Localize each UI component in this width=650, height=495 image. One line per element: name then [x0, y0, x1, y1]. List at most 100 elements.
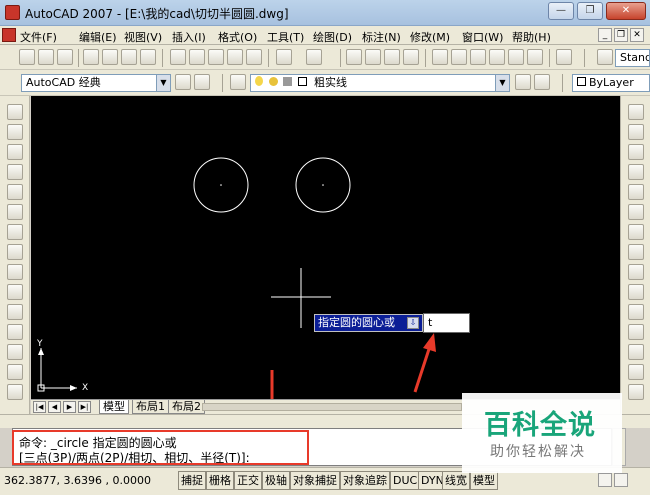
- ortho-button[interactable]: 正交: [234, 471, 262, 490]
- break-icon[interactable]: [628, 324, 644, 340]
- ellipse-arc-icon[interactable]: [7, 304, 23, 320]
- layer-previous-icon[interactable]: [534, 74, 550, 90]
- object-track-button[interactable]: 对象追踪: [340, 471, 390, 490]
- layer-combo[interactable]: 粗实线 ▼: [250, 74, 510, 92]
- workspace-combo[interactable]: AutoCAD 经典 ▼: [21, 74, 171, 92]
- layer-manager-icon[interactable]: [230, 74, 246, 90]
- text-style-combo[interactable]: Stand: [615, 49, 650, 67]
- line-icon[interactable]: [7, 104, 23, 120]
- text-style-icon[interactable]: [597, 49, 613, 65]
- close-button[interactable]: ✕: [606, 2, 646, 20]
- plot-icon[interactable]: [140, 49, 156, 65]
- object-snap-button[interactable]: 对象捕捉: [290, 471, 340, 490]
- make-current-layer-icon[interactable]: [515, 74, 531, 90]
- tool-palettes-icon[interactable]: [470, 49, 486, 65]
- mdi-minimize-button[interactable]: _: [598, 28, 612, 42]
- paste-icon[interactable]: [208, 49, 224, 65]
- brush-icon[interactable]: [227, 49, 243, 65]
- rectangle-icon[interactable]: [7, 184, 23, 200]
- menu-edit[interactable]: 编辑(E): [79, 29, 117, 45]
- fillet-icon[interactable]: [628, 384, 644, 400]
- zoom-realtime-icon[interactable]: [365, 49, 381, 65]
- mirror-icon[interactable]: [628, 144, 644, 160]
- preview-icon[interactable]: [102, 49, 118, 65]
- copy-icon[interactable]: [189, 49, 205, 65]
- trim-icon[interactable]: [628, 284, 644, 300]
- calculator-icon[interactable]: [527, 49, 543, 65]
- polar-button[interactable]: 极轴: [262, 471, 290, 490]
- menu-modify[interactable]: 修改(M): [410, 29, 450, 45]
- join-icon[interactable]: [628, 344, 644, 360]
- undo-icon[interactable]: [276, 49, 292, 65]
- sheet-set-icon[interactable]: [489, 49, 505, 65]
- tab-next-button[interactable]: ▶: [63, 401, 76, 413]
- tab-model[interactable]: 模型: [99, 400, 129, 414]
- hatch-icon[interactable]: [7, 384, 23, 400]
- ellipse-icon[interactable]: [7, 284, 23, 300]
- help-icon[interactable]: [556, 49, 572, 65]
- document-icon[interactable]: [2, 28, 16, 42]
- arc-icon[interactable]: [7, 204, 23, 220]
- menu-format[interactable]: 格式(O): [218, 29, 257, 45]
- spline-icon[interactable]: [7, 264, 23, 280]
- restore-button[interactable]: ❐: [577, 2, 603, 20]
- stretch-icon[interactable]: [628, 264, 644, 280]
- design-center-icon[interactable]: [451, 49, 467, 65]
- horizontal-scrollbar[interactable]: [202, 403, 462, 411]
- print-icon[interactable]: [83, 49, 99, 65]
- revision-cloud-icon[interactable]: [7, 244, 23, 260]
- menu-window[interactable]: 窗口(W): [462, 29, 503, 45]
- model-button[interactable]: 模型: [470, 471, 498, 490]
- menu-file[interactable]: 文件(F): [20, 29, 57, 45]
- dropdown-arrow-icon[interactable]: ⇩: [407, 317, 419, 329]
- zoom-window-icon[interactable]: [384, 49, 400, 65]
- new-icon[interactable]: [19, 49, 35, 65]
- menu-tools[interactable]: 工具(T): [267, 29, 304, 45]
- publish-icon[interactable]: [121, 49, 137, 65]
- mdi-restore-button[interactable]: ❐: [614, 28, 628, 42]
- array-icon[interactable]: [628, 184, 644, 200]
- dynamic-input-field[interactable]: t: [423, 313, 470, 333]
- pan-icon[interactable]: [346, 49, 362, 65]
- tab-layout2[interactable]: 布局2: [168, 400, 205, 414]
- grid-button[interactable]: 栅格: [206, 471, 234, 490]
- snap-button[interactable]: 捕捉: [178, 471, 206, 490]
- circle-icon[interactable]: [7, 224, 23, 240]
- menu-dimension[interactable]: 标注(N): [362, 29, 401, 45]
- tab-first-button[interactable]: |◀: [33, 401, 46, 413]
- save-icon[interactable]: [57, 49, 73, 65]
- color-combo[interactable]: ByLayer: [572, 74, 650, 92]
- clean-screen-icon[interactable]: [614, 473, 628, 487]
- menu-draw[interactable]: 绘图(D): [313, 29, 352, 45]
- point-icon[interactable]: [7, 364, 23, 380]
- lineweight-button[interactable]: 线宽: [442, 471, 470, 490]
- extend-icon[interactable]: [628, 304, 644, 320]
- properties-icon[interactable]: [432, 49, 448, 65]
- move-icon[interactable]: [628, 204, 644, 220]
- menu-view[interactable]: 视图(V): [124, 29, 162, 45]
- markup-icon[interactable]: [508, 49, 524, 65]
- menu-insert[interactable]: 插入(I): [172, 29, 206, 45]
- tray-settings-icon[interactable]: [598, 473, 612, 487]
- polyline-icon[interactable]: [7, 144, 23, 160]
- make-block-icon[interactable]: [7, 344, 23, 360]
- menu-help[interactable]: 帮助(H): [512, 29, 551, 45]
- tab-prev-button[interactable]: ◀: [48, 401, 61, 413]
- erase-icon[interactable]: [628, 104, 644, 120]
- cut-icon[interactable]: [170, 49, 186, 65]
- offset-icon[interactable]: [628, 164, 644, 180]
- save-workspace-icon[interactable]: [194, 74, 210, 90]
- insert-block-icon[interactable]: [7, 324, 23, 340]
- chamfer-icon[interactable]: [628, 364, 644, 380]
- redo-icon[interactable]: [306, 49, 322, 65]
- open-icon[interactable]: [38, 49, 54, 65]
- copy-object-icon[interactable]: [628, 124, 644, 140]
- construction-line-icon[interactable]: [7, 124, 23, 140]
- drawing-canvas[interactable]: Y X: [31, 96, 620, 399]
- polygon-icon[interactable]: [7, 164, 23, 180]
- workspace-settings-icon[interactable]: [175, 74, 191, 90]
- scale-icon[interactable]: [628, 244, 644, 260]
- tab-layout1[interactable]: 布局1: [132, 400, 169, 414]
- match-icon[interactable]: [246, 49, 262, 65]
- mdi-close-button[interactable]: ✕: [630, 28, 644, 42]
